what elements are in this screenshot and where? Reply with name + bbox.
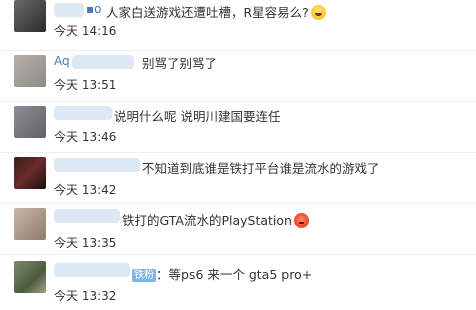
avatar[interactable]	[14, 106, 46, 138]
username-blurred	[72, 55, 134, 69]
username-blurred	[54, 3, 84, 17]
comment-time: 今天 13:51	[54, 78, 117, 92]
comment-item: 铁粉 ：等ps6 来一个 gta5 pro+ 今天 13:32	[0, 255, 476, 306]
comment-text: 别骂了别骂了	[142, 56, 218, 71]
comment-item: 说明什么呢 说明川建国要连任 今天 13:46	[0, 102, 476, 153]
fan-badge: 铁粉	[132, 269, 156, 282]
avatar[interactable]	[14, 55, 46, 87]
username-blurred	[54, 106, 112, 120]
comment-item: 不知道到底谁是铁打平台谁是流水的游戏了 今天 13:42	[0, 153, 476, 204]
username-blurred	[54, 209, 120, 223]
laughing-face-icon	[310, 5, 326, 20]
comment-time: 今天 13:32	[54, 289, 117, 303]
avatar[interactable]	[14, 0, 46, 32]
comment-item: Aq 别骂了别骂了 今天 13:51	[0, 51, 476, 102]
comment-item: 铁打的GTA流水的PlayStation 今天 13:35	[0, 204, 476, 255]
username[interactable]: ▪o	[86, 2, 101, 16]
comment-item: ▪o 人家白送游戏还遭吐槽，R星容易么? 今天 14:16	[0, 0, 476, 51]
comment-text: 铁打的GTA流水的PlayStation	[122, 210, 309, 229]
username[interactable]: Aq	[54, 54, 70, 68]
avatar[interactable]	[14, 208, 46, 240]
comment-text: 人家白送游戏还遭吐槽，R星容易么?	[106, 2, 326, 21]
comment-time: 今天 14:16	[54, 24, 117, 38]
comment-text: 说明什么呢 说明川建国要连任	[114, 109, 281, 124]
angry-face-icon	[293, 213, 309, 228]
avatar[interactable]	[14, 261, 46, 293]
comment-text: 铁粉 ：等ps6 来一个 gta5 pro+	[132, 267, 313, 282]
username-blurred	[54, 263, 130, 277]
comment-text: 不知道到底谁是铁打平台谁是流水的游戏了	[142, 161, 380, 176]
comment-time: 今天 13:35	[54, 236, 117, 250]
username-blurred	[54, 158, 140, 172]
avatar[interactable]	[14, 157, 46, 189]
comment-time: 今天 13:42	[54, 183, 117, 197]
comment-time: 今天 13:46	[54, 130, 117, 144]
